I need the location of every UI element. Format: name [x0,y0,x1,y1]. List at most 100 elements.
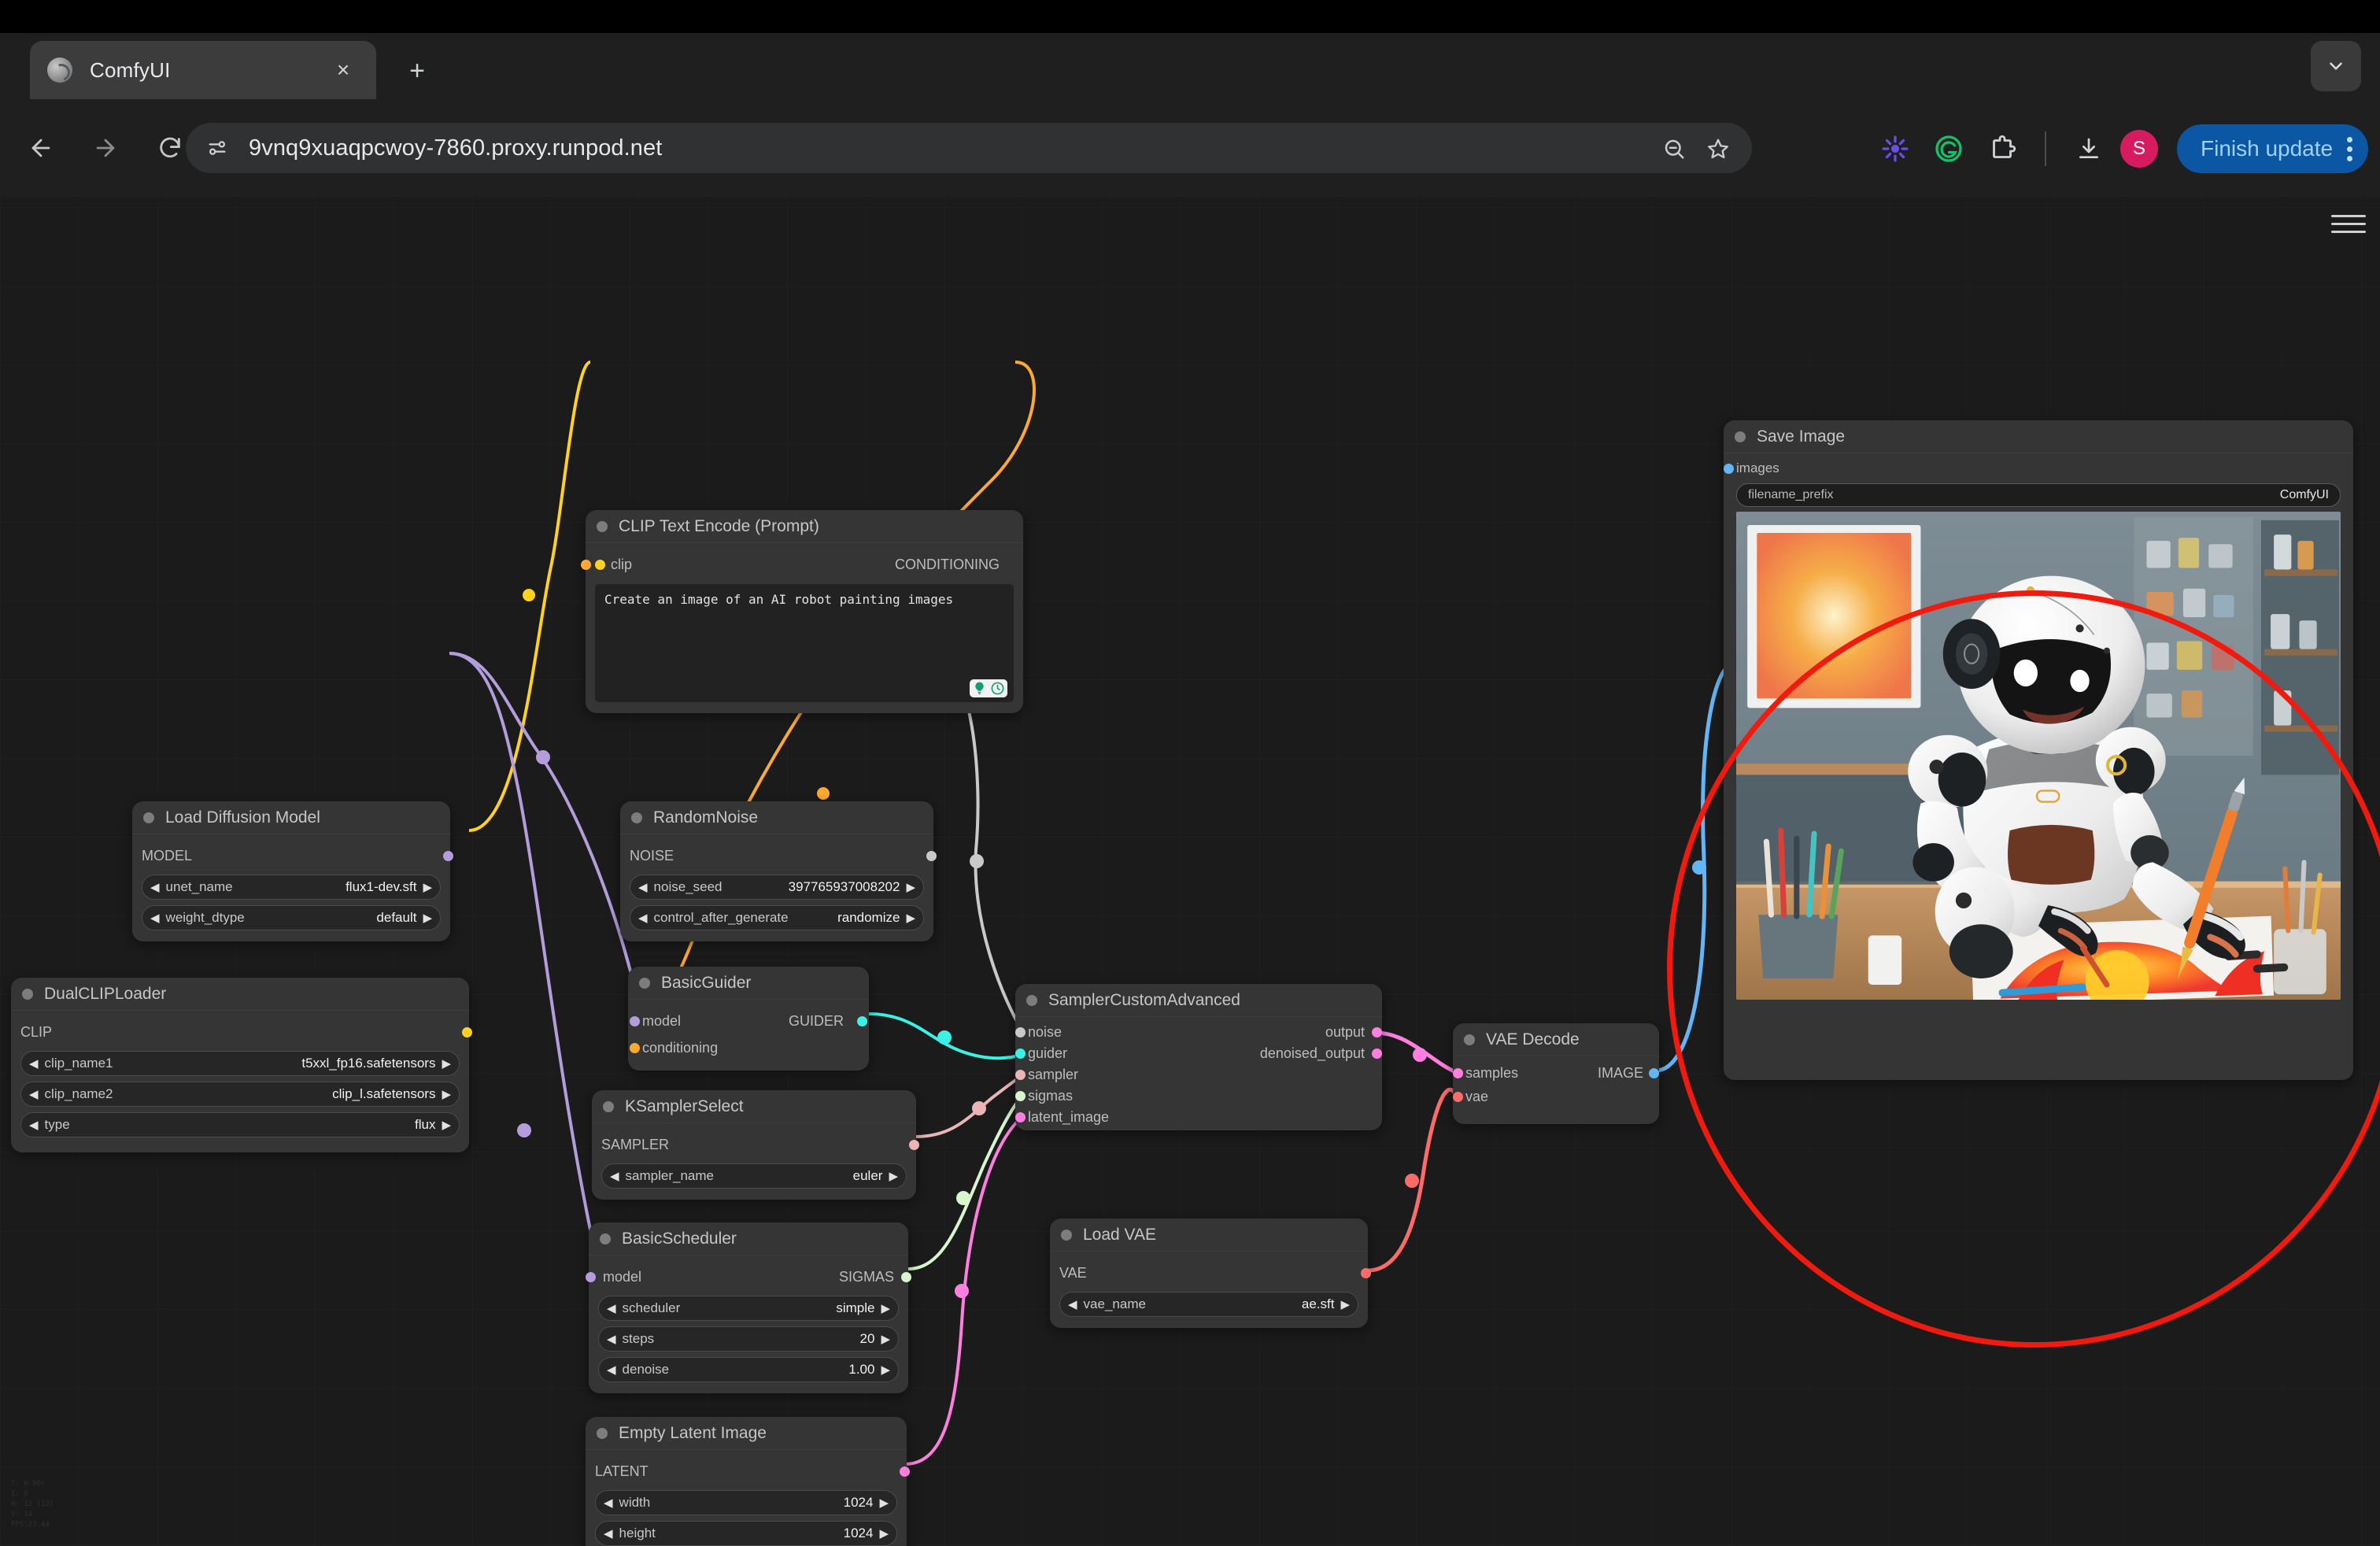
site-settings-icon[interactable] [197,128,238,168]
chevron-right-icon[interactable]: ▶ [1340,1299,1350,1311]
widget-vae-name[interactable]: ◀ vae_name ae.sft ▶ [1059,1292,1358,1317]
widget-width[interactable]: ◀ width 1024 ▶ [595,1490,897,1515]
ai-extension-icon[interactable] [1873,127,1917,171]
node-header[interactable]: KSamplerSelect [592,1090,916,1123]
grammarly-icon[interactable] [1927,127,1971,171]
chevron-down-icon[interactable] [2311,41,2361,91]
port-model[interactable]: MODEL [142,842,453,869]
node-header[interactable]: Empty Latent Image [586,1417,907,1450]
port-dot-model[interactable] [586,1271,596,1282]
port-dot-model[interactable] [630,1015,640,1026]
node-empty-latent-image[interactable]: Empty Latent Image LATENT ◀ width 1024 ▶… [586,1417,910,1546]
node-collapse-icon[interactable] [1061,1229,1072,1241]
new-tab-button[interactable]: + [398,52,436,90]
chevron-left-icon[interactable]: ◀ [29,1058,39,1070]
widget-denoise[interactable]: ◀ denoise 1.00 ▶ [598,1357,899,1382]
node-collapse-icon[interactable] [143,812,154,823]
hamburger-menu-icon[interactable] [2331,208,2366,239]
chevron-left-icon[interactable]: ◀ [1068,1299,1077,1311]
port-sampler[interactable]: SAMPLER [601,1131,919,1158]
widget-control-after-generate[interactable]: ◀ control_after_generate randomize ▶ [630,905,924,930]
node-basic-guider[interactable]: BasicGuider model GUIDER conditioning [628,967,869,1071]
port-dot-clip[interactable] [462,1026,472,1037]
node-collapse-icon[interactable] [597,520,608,532]
chevron-right-icon[interactable]: ▶ [423,912,432,924]
zoom-out-icon[interactable] [1654,129,1694,168]
forward-arrow-icon[interactable] [82,124,129,172]
chevron-left-icon[interactable]: ◀ [607,1333,616,1345]
node-load-diffusion-model[interactable]: Load Diffusion Model MODEL ◀ unet_name f… [132,801,453,941]
port-images-in[interactable]: images [1724,457,2341,480]
node-header[interactable]: BasicGuider [628,967,869,1000]
port-dot-sigmas[interactable] [901,1271,911,1282]
port-dot-conditioning[interactable] [630,1042,640,1053]
node-collapse-icon[interactable] [1735,431,1746,442]
chevron-right-icon[interactable]: ▶ [442,1119,451,1131]
port-dot-image[interactable] [1649,1067,1659,1078]
node-load-vae[interactable]: Load VAE VAE ◀ vae_name ae.sft ▶ [1050,1219,1371,1328]
chevron-right-icon[interactable]: ▶ [906,882,915,893]
chevron-right-icon[interactable]: ▶ [442,1058,451,1070]
port-vae-out[interactable]: VAE [1059,1259,1371,1286]
node-collapse-icon[interactable] [600,1233,611,1245]
port-samples-in[interactable]: samples IMAGE [1453,1061,1659,1085]
port-dot-noise[interactable] [1015,1027,1026,1037]
node-collapse-icon[interactable] [22,988,33,1000]
node-header[interactable]: CLIP Text Encode (Prompt) [586,510,1023,543]
widget-unet-name[interactable]: ◀ unet_name flux1-dev.sft ▶ [142,875,441,900]
node-collapse-icon[interactable] [597,1427,608,1439]
port-model-in[interactable]: model SIGMAS [586,1263,911,1290]
chevron-left-icon[interactable]: ◀ [607,1364,616,1376]
browser-tab-comfyui[interactable]: ComfyUI × [30,41,376,99]
node-header[interactable]: BasicScheduler [589,1222,908,1256]
port-dot-sampler[interactable] [909,1139,919,1150]
port-dot-images[interactable] [1724,463,1734,474]
prompt-textarea[interactable]: Create an image of an AI robot painting … [595,584,1014,702]
chevron-left-icon[interactable]: ◀ [604,1528,613,1540]
widget-sampler-name[interactable]: ◀ sampler_name euler ▶ [601,1163,907,1189]
finish-update-button[interactable]: Finish update [2177,124,2369,173]
port-vae-in[interactable]: vae [1453,1085,1646,1108]
comfyui-canvas[interactable]: CLIP Text Encode (Prompt) clip CONDITION… [0,197,2380,1546]
port-dot-guider[interactable] [1015,1049,1026,1059]
port-dot-sampler[interactable] [1015,1070,1026,1080]
widget-weight-dtype[interactable]: ◀ weight_dtype default ▶ [142,905,441,930]
chevron-left-icon[interactable]: ◀ [604,1497,613,1509]
port-latent-out[interactable]: LATENT [595,1458,910,1485]
node-clip-text-encode[interactable]: CLIP Text Encode (Prompt) clip CONDITION… [581,510,1023,713]
widget-clip-name2[interactable]: ◀ clip_name2 clip_l.safetensors ▶ [20,1082,460,1107]
extensions-puzzle-icon[interactable] [1980,127,2024,171]
node-dual-clip-loader[interactable]: DualCLIPLoader CLIP ◀ clip_name1 t5xxl_f… [11,978,472,1152]
chevron-right-icon[interactable]: ▶ [879,1528,889,1540]
port-dot-model[interactable] [443,850,453,861]
port-noise-in[interactable]: noise output [1015,1022,1382,1043]
node-collapse-icon[interactable] [639,977,650,989]
port-clip[interactable]: clip CONDITIONING [581,551,1014,578]
chevron-left-icon[interactable]: ◀ [29,1089,39,1100]
widget-scheduler[interactable]: ◀ scheduler simple ▶ [598,1296,899,1321]
chevron-right-icon[interactable]: ▶ [881,1303,890,1315]
chevron-right-icon[interactable]: ▶ [889,1171,898,1182]
avatar[interactable]: S [2120,130,2158,168]
port-sigmas-in[interactable]: sigmas [1015,1086,1369,1107]
chevron-right-icon[interactable]: ▶ [906,912,915,924]
node-header[interactable]: Load Diffusion Model [132,801,450,834]
node-save-image[interactable]: Save Image images filename_prefix ComfyU… [1724,420,2353,1080]
widget-noise-seed[interactable]: ◀ noise_seed 397765937008202 ▶ [630,875,924,900]
port-dot-denoised-output[interactable] [1372,1049,1382,1059]
node-random-noise[interactable]: RandomNoise NOISE ◀ noise_seed 397765937… [620,801,937,941]
star-icon[interactable] [1698,129,1738,168]
node-basic-scheduler[interactable]: BasicScheduler model SIGMAS ◀ scheduler … [586,1222,911,1393]
image-preview[interactable] [1736,512,2341,1000]
port-dot-conditioning[interactable] [581,559,591,570]
chevron-left-icon[interactable]: ◀ [29,1119,39,1131]
node-collapse-icon[interactable] [603,1100,614,1112]
address-bar[interactable]: 9vnq9xuaqpcwoy-7860.proxy.runpod.net [186,123,1752,173]
widget-filename-prefix[interactable]: filename_prefix ComfyUI [1736,483,2341,507]
port-guider-in[interactable]: guider denoised_output [1015,1043,1382,1064]
port-dot-latent[interactable] [900,1466,910,1477]
port-dot-latent-image[interactable] [1015,1112,1026,1123]
port-dot-clip[interactable] [595,559,605,570]
widget-steps[interactable]: ◀ steps 20 ▶ [598,1326,899,1352]
chevron-right-icon[interactable]: ▶ [442,1089,451,1100]
